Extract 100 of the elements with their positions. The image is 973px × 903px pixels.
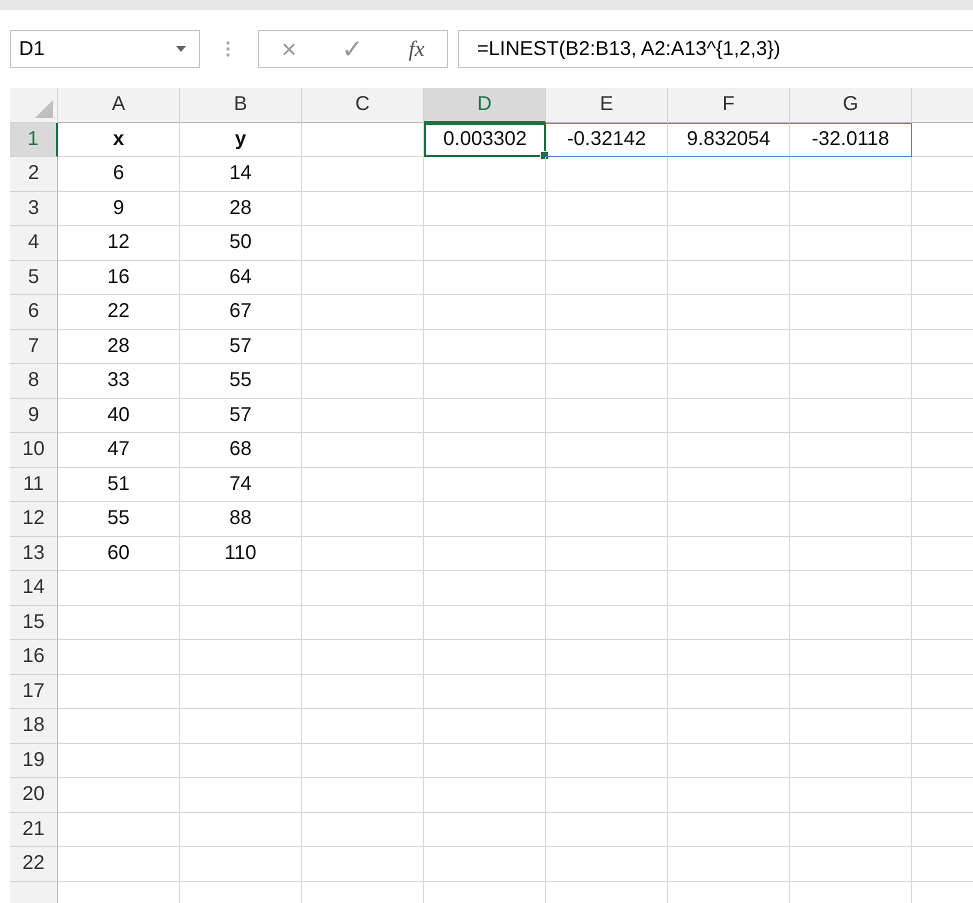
row-header[interactable]: 7	[10, 330, 58, 364]
table-cell[interactable]	[546, 468, 668, 502]
table-cell[interactable]	[302, 122, 424, 157]
table-cell[interactable]: y	[180, 122, 302, 157]
table-cell[interactable]	[668, 812, 790, 847]
row-header[interactable]: 5	[10, 260, 58, 295]
table-cell[interactable]	[790, 260, 912, 295]
table-cell[interactable]	[668, 192, 790, 226]
table-cell[interactable]	[546, 606, 668, 640]
table-cell[interactable]	[546, 260, 668, 295]
table-cell[interactable]	[180, 571, 302, 606]
table-cell[interactable]	[58, 847, 180, 882]
table-cell[interactable]	[302, 192, 424, 226]
table-cell[interactable]	[546, 571, 668, 606]
column-header[interactable]: A	[58, 88, 180, 122]
formula-field[interactable]: =LINEST(B2:B13, A2:A13^{1,2,3})	[458, 30, 973, 68]
row-header[interactable]: 6	[10, 295, 58, 330]
table-cell[interactable]: 6	[58, 157, 180, 192]
table-cell[interactable]: 60	[58, 536, 180, 571]
table-cell[interactable]	[790, 709, 912, 744]
table-cell[interactable]	[424, 536, 546, 571]
table-cell[interactable]	[424, 571, 546, 606]
table-cell[interactable]	[546, 398, 668, 433]
row-header[interactable]: 11	[10, 468, 58, 502]
table-cell[interactable]	[790, 364, 912, 398]
table-cell[interactable]	[424, 330, 546, 364]
table-cell[interactable]: 74	[180, 468, 302, 502]
row-header[interactable]: 4	[10, 226, 58, 260]
table-cell[interactable]	[302, 468, 424, 502]
row-header[interactable]: 3	[10, 192, 58, 226]
table-cell[interactable]: 47	[58, 433, 180, 468]
table-cell[interactable]: -32.0118	[790, 122, 912, 157]
row-header[interactable]: 22	[10, 847, 58, 882]
table-cell[interactable]	[790, 571, 912, 606]
table-cell[interactable]	[790, 502, 912, 536]
table-cell[interactable]: 110	[180, 536, 302, 571]
table-cell[interactable]	[424, 364, 546, 398]
table-cell[interactable]: 50	[180, 226, 302, 260]
row-header[interactable]: 16	[10, 640, 58, 674]
table-cell[interactable]	[302, 364, 424, 398]
table-cell[interactable]	[790, 330, 912, 364]
row-header[interactable]: 18	[10, 709, 58, 744]
table-cell[interactable]	[424, 606, 546, 640]
drag-handle-icon[interactable]	[226, 40, 230, 58]
row-header[interactable]: 2	[10, 157, 58, 192]
table-cell[interactable]	[790, 812, 912, 847]
table-cell[interactable]	[424, 192, 546, 226]
table-cell[interactable]	[424, 812, 546, 847]
table-cell[interactable]	[790, 433, 912, 468]
row-header[interactable]: 19	[10, 744, 58, 778]
table-cell[interactable]	[302, 536, 424, 571]
table-cell[interactable]: 9	[58, 192, 180, 226]
table-cell[interactable]: 9.832054	[668, 122, 790, 157]
table-cell[interactable]	[790, 226, 912, 260]
table-cell[interactable]	[668, 571, 790, 606]
table-cell[interactable]	[424, 640, 546, 674]
table-cell[interactable]	[58, 571, 180, 606]
table-cell[interactable]	[790, 157, 912, 192]
table-cell[interactable]	[302, 330, 424, 364]
table-cell[interactable]	[302, 226, 424, 260]
table-cell[interactable]	[302, 606, 424, 640]
row-header[interactable]: 10	[10, 433, 58, 468]
table-cell[interactable]	[180, 606, 302, 640]
row-header[interactable]: 12	[10, 502, 58, 536]
table-cell[interactable]	[424, 674, 546, 709]
table-cell[interactable]: 57	[180, 398, 302, 433]
table-cell[interactable]	[546, 812, 668, 847]
table-cell[interactable]	[424, 778, 546, 812]
table-cell[interactable]	[180, 744, 302, 778]
table-cell[interactable]	[546, 192, 668, 226]
table-cell[interactable]	[790, 192, 912, 226]
table-cell[interactable]	[302, 744, 424, 778]
table-cell[interactable]	[668, 330, 790, 364]
table-cell[interactable]	[424, 502, 546, 536]
dropdown-icon[interactable]	[175, 45, 187, 53]
table-cell[interactable]: 12	[58, 226, 180, 260]
table-cell[interactable]	[668, 468, 790, 502]
row-header[interactable]: 15	[10, 606, 58, 640]
table-cell[interactable]	[668, 744, 790, 778]
table-cell[interactable]	[424, 260, 546, 295]
row-header[interactable]: 21	[10, 812, 58, 847]
table-cell[interactable]: 67	[180, 295, 302, 330]
table-cell[interactable]: 51	[58, 468, 180, 502]
table-cell[interactable]	[180, 847, 302, 882]
table-cell[interactable]	[668, 398, 790, 433]
table-cell[interactable]	[546, 226, 668, 260]
table-cell[interactable]	[668, 640, 790, 674]
table-cell[interactable]	[668, 674, 790, 709]
table-cell[interactable]	[546, 744, 668, 778]
insert-function-button[interactable]: fx	[402, 36, 430, 62]
table-cell[interactable]	[546, 157, 668, 192]
row-header[interactable]: 1	[10, 122, 58, 157]
row-header[interactable]: 8	[10, 364, 58, 398]
column-header[interactable]: G	[790, 88, 912, 122]
table-cell[interactable]	[424, 398, 546, 433]
table-cell[interactable]	[302, 260, 424, 295]
table-cell[interactable]: 68	[180, 433, 302, 468]
table-cell[interactable]	[668, 778, 790, 812]
table-cell[interactable]	[58, 640, 180, 674]
table-cell[interactable]	[424, 847, 546, 882]
